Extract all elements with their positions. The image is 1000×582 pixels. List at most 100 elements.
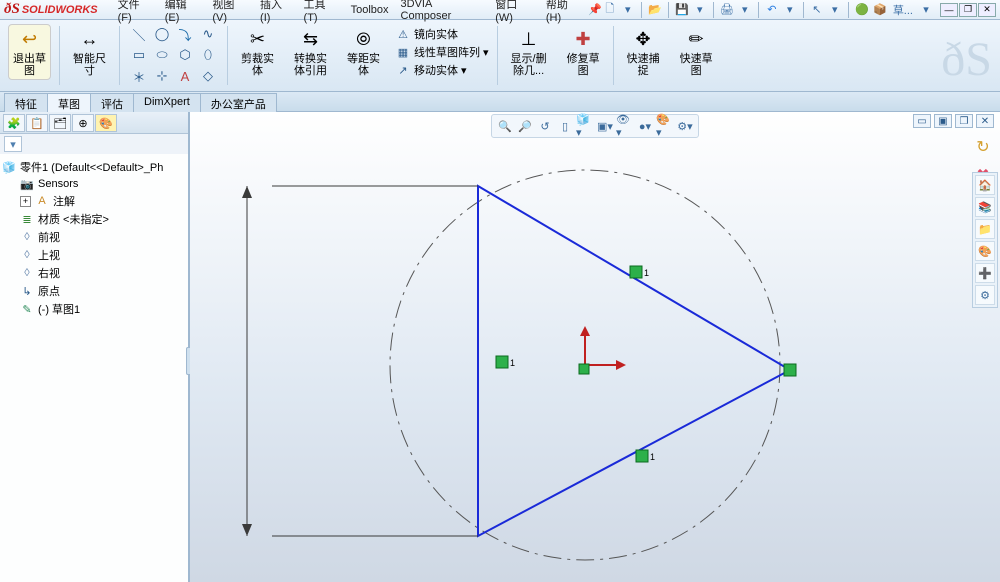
- sketch-svg: 60 1 1 1: [190, 112, 1000, 582]
- property-manager-tab[interactable]: 📋: [26, 114, 48, 132]
- command-manager-tabs: 特征 草图 评估 DimXpert 办公室产品: [0, 92, 1000, 112]
- menu-edit[interactable]: 编辑(E): [159, 0, 207, 24]
- new-icon[interactable]: 🗋: [602, 2, 618, 18]
- repair-icon: ✚: [569, 27, 597, 51]
- line-icon[interactable]: ＼: [128, 24, 150, 44]
- svg-text:1: 1: [650, 452, 655, 462]
- offset-icon: ⦾: [350, 27, 378, 51]
- display-manager-tab[interactable]: 🎨: [95, 114, 117, 132]
- menu-help[interactable]: 帮助(H): [540, 0, 588, 24]
- dim-arrow-top: [242, 186, 252, 198]
- tab-office[interactable]: 办公室产品: [200, 93, 277, 112]
- select-icon[interactable]: ↖: [809, 2, 825, 18]
- title-bar: ðSSOLIDWORKS 文件(F) 编辑(E) 视图(V) 插入(I) 工具(…: [0, 0, 1000, 20]
- filter-icon[interactable]: ▾: [4, 136, 22, 152]
- menu-insert[interactable]: 插入(I): [254, 0, 298, 24]
- tree-material[interactable]: ≣材质 <未指定>: [2, 210, 186, 228]
- tree-root[interactable]: 🧊零件1 (Default<<Default>_Ph: [2, 158, 186, 176]
- linear-pattern-label[interactable]: 线性草图阵列: [414, 44, 480, 60]
- relation-marker[interactable]: 1: [636, 450, 655, 462]
- circle-icon[interactable]: ◯: [151, 24, 173, 44]
- pushpin-icon[interactable]: 📌: [588, 3, 602, 16]
- manager-tabs: 🧩 📋 🗂 ⊕ 🎨: [0, 112, 188, 134]
- trim-button[interactable]: ✂ 剪裁实 体: [236, 24, 279, 80]
- move-label[interactable]: 移动实体: [414, 62, 458, 78]
- polygon-icon[interactable]: ⬡: [174, 45, 196, 65]
- convert-button[interactable]: ⇆ 转换实 体引用: [289, 24, 332, 80]
- relation-marker[interactable]: 1: [630, 266, 649, 278]
- ds-watermark-icon: ðS: [941, 32, 992, 87]
- relation-marker[interactable]: 1: [496, 356, 515, 368]
- svg-text:1: 1: [510, 358, 515, 368]
- point-icon[interactable]: ＊: [128, 66, 150, 86]
- restore-button[interactable]: ❐: [959, 3, 977, 17]
- repair-button[interactable]: ✚ 修复草 图: [562, 24, 605, 80]
- config-manager-tab[interactable]: 🗂: [49, 114, 71, 132]
- feature-manager-panel: 🧩 📋 🗂 ⊕ 🎨 ▾ 🧊零件1 (Default<<Default>_Ph 📷…: [0, 112, 190, 582]
- menu-tools[interactable]: 工具(T): [298, 0, 345, 24]
- undo-icon[interactable]: ↶: [764, 2, 780, 18]
- plane-icon[interactable]: ◇: [197, 66, 219, 86]
- save-icon[interactable]: 💾: [674, 2, 690, 18]
- close-button[interactable]: ✕: [978, 3, 996, 17]
- tab-evaluate[interactable]: 评估: [90, 93, 134, 112]
- convert-icon: ⇆: [297, 27, 325, 51]
- pattern-icon[interactable]: ▦: [395, 44, 411, 60]
- tree-front-plane[interactable]: ◊前视: [2, 228, 186, 246]
- spline-icon[interactable]: ∿: [197, 24, 219, 44]
- feature-tree: 🧊零件1 (Default<<Default>_Ph 📷Sensors +A注解…: [0, 154, 188, 582]
- tree-annotations[interactable]: +A注解: [2, 192, 186, 210]
- tree-right-plane[interactable]: ◊右视: [2, 264, 186, 282]
- feature-manager-tab[interactable]: 🧩: [3, 114, 25, 132]
- options-icon[interactable]: 📦: [872, 2, 888, 18]
- dimxpert-manager-tab[interactable]: ⊕: [72, 114, 94, 132]
- vertex-handle[interactable]: [784, 364, 796, 376]
- rapid-sketch-icon: ✏: [682, 27, 710, 51]
- pattern-tools: ⚠镜向实体 ▦线性草图阵列▾ ↗移动实体▾: [395, 24, 489, 78]
- dim-arrow-bot: [242, 524, 252, 536]
- exit-sketch-button[interactable]: ↩ 退出草 图: [8, 24, 51, 80]
- menu-toolbox[interactable]: Toolbox: [345, 4, 395, 16]
- tree-origin[interactable]: ↳原点: [2, 282, 186, 300]
- dimension-icon: ↔: [76, 27, 104, 51]
- text-icon[interactable]: A: [174, 66, 196, 86]
- relation-icon: ⊥: [515, 27, 543, 51]
- triangle[interactable]: [478, 186, 790, 536]
- rect-icon[interactable]: ▭: [128, 45, 150, 65]
- show-delete-button[interactable]: ⊥ 显示/删 除几...: [506, 24, 552, 80]
- tree-top-plane[interactable]: ◊上视: [2, 246, 186, 264]
- tree-sketch1[interactable]: ✎(-) 草图1: [2, 300, 186, 318]
- doc-name[interactable]: 草...: [890, 2, 916, 18]
- exit-sketch-icon: ↩: [16, 27, 44, 51]
- minimize-button[interactable]: —: [940, 3, 958, 17]
- move-icon[interactable]: ↗: [395, 62, 411, 78]
- quick-access-toolbar: 🗋▾ 📂 💾▾ 🖨▾ ↶▾ ↖▾ 🟢 📦 草...▾: [602, 2, 934, 18]
- mirror-label[interactable]: 镜向实体: [414, 26, 458, 42]
- mirror-icon[interactable]: ⚠: [395, 26, 411, 42]
- menu-file[interactable]: 文件(F): [112, 0, 159, 24]
- ribbon: ↩ 退出草 图 ↔ 智能尺 寸 ＼ ◯ ⤵ ∿ ▭ ⬭ ⬡ ⬯ ＊ ⊹ A ◇ …: [0, 20, 1000, 92]
- svg-text:1: 1: [644, 268, 649, 278]
- menu-view[interactable]: 视图(V): [206, 0, 254, 24]
- quick-snap-button[interactable]: ✥ 快速捕 捉: [622, 24, 665, 80]
- graphics-area[interactable]: 🔍 🔎 ↺ ▯ 🧊▾ ▣▾ 👁▾ ●▾ 🎨▾ ⚙▾ ▭ ▣ ❐ ✕ ↻ ✖ 🏠 …: [190, 112, 1000, 582]
- rebuild-icon[interactable]: 🟢: [854, 2, 870, 18]
- rapid-sketch-button[interactable]: ✏ 快速草 图: [675, 24, 718, 80]
- centerline-icon[interactable]: ⊹: [151, 66, 173, 86]
- offset-button[interactable]: ⦾ 等距实 体: [342, 24, 385, 80]
- ellipse-icon[interactable]: ⬯: [197, 45, 219, 65]
- origin-handle[interactable]: [579, 364, 589, 374]
- menu-window[interactable]: 窗口(W): [489, 0, 540, 24]
- menu-3dvia[interactable]: 3DVIA Composer: [395, 0, 490, 22]
- tree-sensors[interactable]: 📷Sensors: [2, 176, 186, 192]
- origin-triad: [580, 326, 626, 370]
- tab-features[interactable]: 特征: [4, 93, 48, 112]
- smart-dimension-button[interactable]: ↔ 智能尺 寸: [68, 24, 111, 80]
- print-icon[interactable]: 🖨: [719, 2, 735, 18]
- tab-sketch[interactable]: 草图: [47, 93, 91, 112]
- arc-icon[interactable]: ⤵: [174, 24, 196, 44]
- open-icon[interactable]: 📂: [647, 2, 663, 18]
- app-logo: ðSSOLIDWORKS: [4, 1, 98, 18]
- slot-icon[interactable]: ⬭: [151, 45, 173, 65]
- tab-dimxpert[interactable]: DimXpert: [133, 93, 201, 112]
